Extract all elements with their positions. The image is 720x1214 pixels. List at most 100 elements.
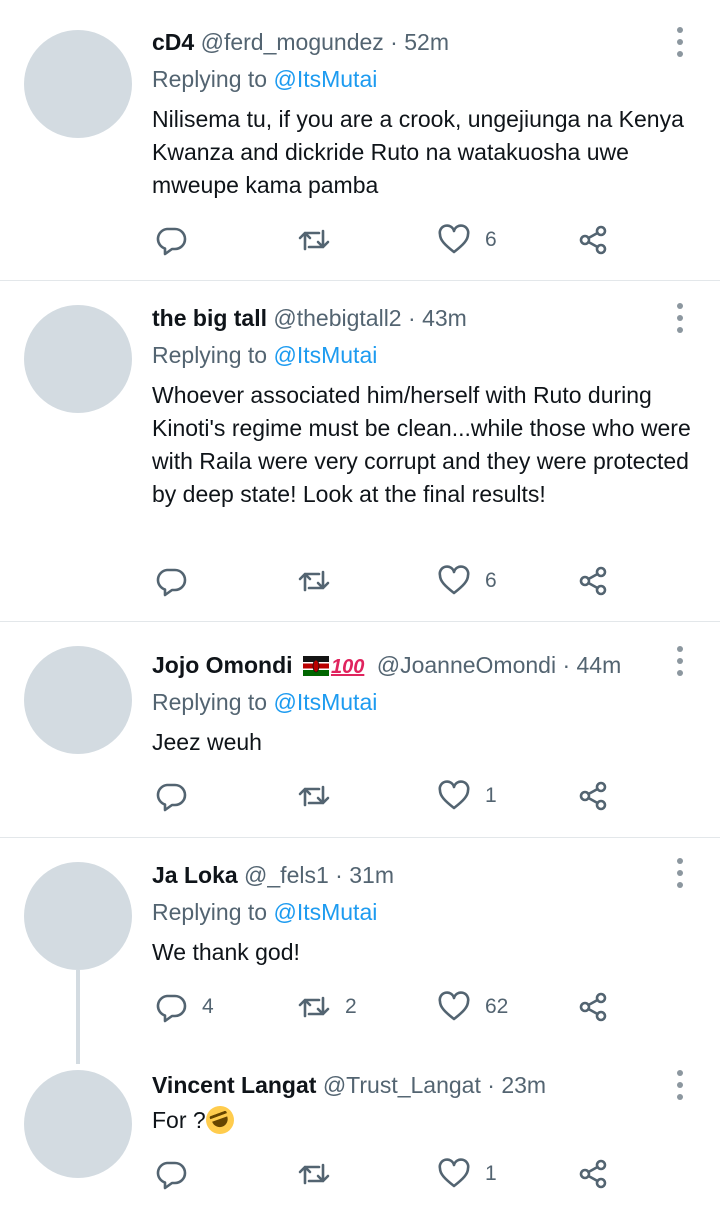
like-count: 62 (485, 995, 509, 1018)
share-icon (579, 781, 607, 811)
like-count: 1 (485, 1162, 497, 1185)
share-icon (579, 225, 607, 255)
like-count: 6 (485, 569, 497, 592)
reply-feed: cD4 @ferd_mogundez · 52m Replying to @It… (0, 0, 720, 1214)
share-icon (579, 992, 607, 1022)
mention-link[interactable]: @ItsMutai (273, 342, 377, 368)
replying-prefix: Replying to (152, 899, 268, 925)
like-count: 1 (485, 784, 497, 807)
action-bar: 6 (152, 220, 672, 260)
retweet-button[interactable] (297, 561, 345, 601)
separator-dot: · (390, 29, 398, 55)
author-handle[interactable]: @_fels1 (244, 862, 329, 888)
tweet-text-content: For ? (152, 1107, 206, 1133)
share-button[interactable] (576, 561, 610, 601)
avatar[interactable] (24, 862, 132, 970)
heart-icon (438, 224, 470, 254)
retweet-button[interactable] (297, 776, 345, 816)
share-button[interactable] (576, 776, 610, 816)
more-icon[interactable] (672, 858, 688, 888)
tweet[interactable]: Jojo Omondi 100 @JoanneOmondi · 44m Repl… (0, 622, 720, 836)
mention-link[interactable]: @ItsMutai (273, 66, 377, 92)
retweet-button[interactable] (297, 220, 345, 260)
retweet-icon (298, 229, 330, 251)
reply-icon (156, 568, 187, 597)
tweet-header: Vincent Langat @Trust_Langat · 23m (152, 1070, 660, 1100)
author-name[interactable]: the big tall (152, 305, 267, 331)
tweet-header: the big tall @thebigtall2 · 43m (152, 303, 660, 333)
tweet-header: Ja Loka @_fels1 · 31m (152, 860, 660, 890)
author-name[interactable]: Vincent Langat (152, 1072, 316, 1098)
replying-to: Replying to @ItsMutai (152, 340, 377, 370)
reply-icon (156, 994, 187, 1023)
author-handle[interactable]: @Trust_Langat (323, 1072, 481, 1098)
mention-link[interactable]: @ItsMutai (273, 689, 377, 715)
more-icon[interactable] (672, 1070, 688, 1100)
timestamp[interactable]: 31m (349, 862, 394, 888)
more-icon[interactable] (672, 27, 688, 57)
reply-button[interactable] (154, 220, 202, 260)
avatar[interactable] (24, 305, 132, 413)
avatar[interactable] (24, 30, 132, 138)
timestamp[interactable]: 44m (577, 652, 622, 678)
reply-button[interactable] (154, 776, 202, 816)
like-button[interactable]: 1 (437, 776, 497, 816)
more-icon[interactable] (672, 303, 688, 333)
share-button[interactable] (576, 220, 610, 260)
tweet[interactable]: the big tall @thebigtall2 · 43m Replying… (0, 281, 720, 621)
action-bar: 1 (152, 776, 672, 816)
more-icon[interactable] (672, 646, 688, 676)
replying-prefix: Replying to (152, 342, 268, 368)
reply-icon (156, 227, 187, 256)
separator-dot: · (562, 652, 571, 678)
separator-dot: · (408, 305, 416, 331)
retweet-count: 2 (345, 995, 357, 1018)
author-handle[interactable]: @ferd_mogundez (201, 29, 384, 55)
avatar[interactable] (24, 646, 132, 754)
reply-button[interactable]: 4 (154, 987, 214, 1027)
tweet[interactable]: cD4 @ferd_mogundez · 52m Replying to @It… (0, 0, 720, 280)
reply-button[interactable] (154, 1154, 202, 1194)
author-handle[interactable]: @JoanneOmondi (377, 652, 556, 678)
author-name[interactable]: Ja Loka (152, 862, 238, 888)
reply-icon (156, 783, 187, 812)
author-name[interactable]: cD4 (152, 29, 194, 55)
retweet-button[interactable] (297, 1154, 345, 1194)
replying-to: Replying to @ItsMutai (152, 897, 377, 927)
action-bar: 1 (152, 1154, 672, 1194)
heart-icon (438, 1158, 470, 1188)
share-icon (579, 566, 607, 596)
tweet-text: Nilisema tu, if you are a crook, ungejiu… (152, 106, 684, 198)
tweet[interactable]: Ja Loka @_fels1 · 31m Replying to @ItsMu… (0, 838, 720, 1064)
heart-icon (438, 565, 470, 595)
mention-link[interactable]: @ItsMutai (273, 899, 377, 925)
like-button[interactable]: 6 (437, 220, 497, 260)
author-name[interactable]: Jojo Omondi (152, 652, 293, 678)
author-handle[interactable]: @thebigtall2 (273, 305, 401, 331)
timestamp[interactable]: 52m (404, 29, 449, 55)
separator-dot: · (335, 862, 343, 888)
share-button[interactable] (576, 987, 610, 1027)
tweet-text: We thank god! (152, 939, 300, 965)
reply-icon (156, 1161, 187, 1190)
timestamp[interactable]: 43m (422, 305, 467, 331)
retweet-button[interactable]: 2 (297, 987, 357, 1027)
share-button[interactable] (576, 1154, 610, 1194)
retweet-icon (298, 1163, 330, 1185)
like-button[interactable]: 6 (437, 561, 497, 601)
like-button[interactable]: 62 (437, 987, 508, 1027)
tweet-header: Jojo Omondi 100 @JoanneOmondi · 44m (152, 650, 660, 682)
separator-dot: · (487, 1072, 495, 1098)
like-count: 6 (485, 228, 497, 251)
retweet-icon (298, 570, 330, 592)
tweet[interactable]: Vincent Langat @Trust_Langat · 23m For ?… (0, 1050, 720, 1214)
reply-button[interactable] (154, 561, 202, 601)
replying-prefix: Replying to (152, 689, 268, 715)
like-button[interactable]: 1 (437, 1154, 497, 1194)
heart-icon (438, 991, 470, 1021)
avatar[interactable] (24, 1070, 132, 1178)
retweet-icon (298, 785, 330, 807)
action-bar: 4 2 62 (152, 987, 672, 1027)
replying-to: Replying to @ItsMutai (152, 64, 377, 94)
timestamp[interactable]: 23m (501, 1072, 546, 1098)
